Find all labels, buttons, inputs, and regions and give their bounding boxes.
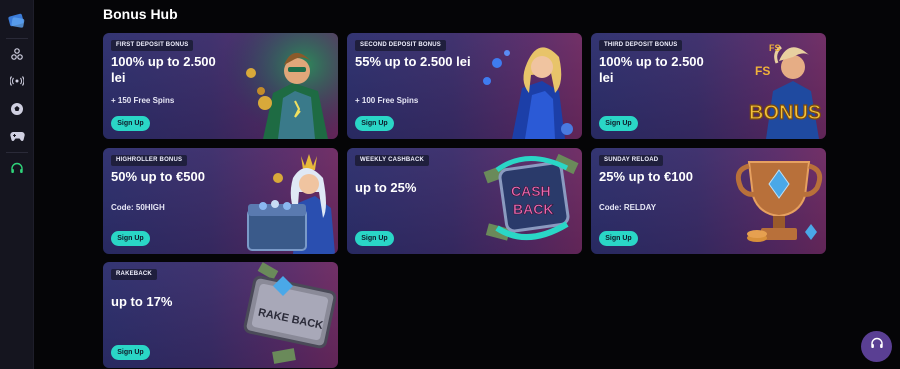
sign-up-button[interactable]: Sign Up <box>355 116 394 131</box>
fs-art-text: FS <box>755 64 770 78</box>
rakeback-illustration: RAKE BACK <box>223 262 338 368</box>
card-badge: FIRST DEPOSIT BONUS <box>111 40 194 51</box>
trophy-illustration <box>711 148 826 254</box>
support-chat-button[interactable] <box>861 331 892 362</box>
sign-up-button[interactable]: Sign Up <box>355 231 394 246</box>
bonus-card-third-deposit: THIRD DEPOSIT BONUS 100% up to 2.500 lei… <box>591 33 826 139</box>
card-subtext: + 100 Free Spins <box>355 96 419 105</box>
sidebar-divider <box>6 152 28 153</box>
live-signal-icon[interactable] <box>9 73 25 89</box>
card-subtext: Code: RELDAY <box>599 203 657 212</box>
gamepad-icon[interactable] <box>9 128 25 144</box>
superhero-illustration <box>223 33 338 139</box>
sign-up-button[interactable]: Sign Up <box>599 116 638 131</box>
heroine-illustration <box>467 33 582 139</box>
sidebar <box>0 0 34 369</box>
card-headline: 50% up to €500 <box>111 169 205 184</box>
page-title: Bonus Hub <box>103 6 178 22</box>
sidebar-divider <box>6 38 28 39</box>
bonus-card-rakeback: RAKEBACK up to 17% Sign Up RAKE BACK <box>103 262 338 368</box>
card-headline: 100% up to 2.500 lei <box>599 54 704 85</box>
bonus-card-first-deposit: FIRST DEPOSIT BONUS 100% up to 2.500 lei… <box>103 33 338 139</box>
fs-small-art-text: FS <box>769 43 781 53</box>
sign-up-button[interactable]: Sign Up <box>599 231 638 246</box>
card-headline: 100% up to 2.500 lei <box>111 54 216 85</box>
soccer-ball-icon[interactable] <box>9 101 25 117</box>
queen-treasure-illustration <box>223 148 338 254</box>
card-badge: RAKEBACK <box>111 269 157 280</box>
logo-icon[interactable] <box>7 11 27 31</box>
sign-up-button[interactable]: Sign Up <box>111 116 150 131</box>
bonus-card-weekly-cashback: WEEKLY CASHBACK up to 25% Sign Up CASH B… <box>347 148 582 254</box>
card-headline: up to 17% <box>111 294 173 309</box>
sign-up-button[interactable]: Sign Up <box>111 345 150 360</box>
cash-art-text: CASH <box>511 183 551 199</box>
card-headline: 55% up to 2.500 lei <box>355 54 471 69</box>
bonus-hero-illustration: BONUS FS FS <box>711 33 826 139</box>
headset-icon <box>870 337 884 356</box>
card-subtext: + 150 Free Spins <box>111 96 175 105</box>
sign-up-button[interactable]: Sign Up <box>111 231 150 246</box>
card-headline: 25% up to €100 <box>599 169 693 184</box>
basketball-icon[interactable] <box>9 46 25 62</box>
card-badge: SUNDAY RELOAD <box>599 155 664 166</box>
cashback-illustration: CASH BACK <box>467 148 582 254</box>
bonus-art-text: BONUS <box>749 102 821 124</box>
bonus-card-second-deposit: SECOND DEPOSIT BONUS 55% up to 2.500 lei… <box>347 33 582 139</box>
card-badge: THIRD DEPOSIT BONUS <box>599 40 683 51</box>
back-art-text: BACK <box>513 201 553 217</box>
card-subtext: Code: 50HIGH <box>111 203 165 212</box>
card-badge: SECOND DEPOSIT BONUS <box>355 40 447 51</box>
bonus-card-sunday-reload: SUNDAY RELOAD 25% up to €100 Code: RELDA… <box>591 148 826 254</box>
headset-icon[interactable] <box>9 161 25 177</box>
bonus-card-highroller: HIGHROLLER BONUS 50% up to €500 Code: 50… <box>103 148 338 254</box>
card-badge: HIGHROLLER BONUS <box>111 155 188 166</box>
card-badge: WEEKLY CASHBACK <box>355 155 430 166</box>
card-headline: up to 25% <box>355 180 417 195</box>
